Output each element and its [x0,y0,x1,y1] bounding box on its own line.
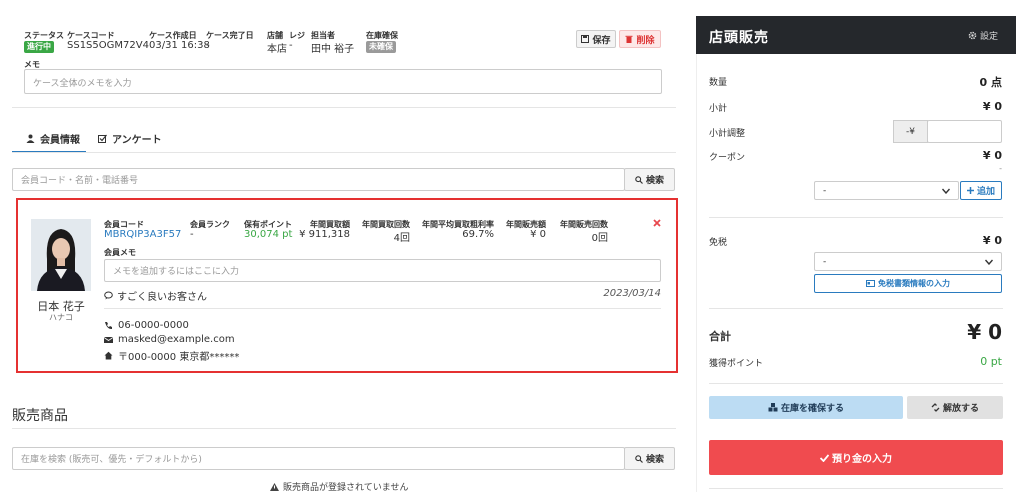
member-email: masked@example.com [104,334,235,345]
case-completed-label: ケース完了日 [206,31,254,40]
chevron-down-icon [942,188,950,194]
member-phone: 06-0000-0000 [104,320,189,331]
search-icon [635,454,643,463]
member-memo-label: 会員メモ [104,248,136,257]
member-rank-label: 会員ランク [190,220,230,229]
annual-buy-count-value: 4回 [393,233,410,244]
member-kana: ハナコ [49,313,73,322]
unlink-icon [931,403,940,412]
total-value: ¥ 0 [967,320,1002,344]
phone-icon [104,321,113,330]
comment-icon [104,291,113,300]
divider [12,107,676,108]
coupon-select[interactable]: - [814,181,959,200]
earned-points-value: 0 pt [980,355,1002,368]
status-label: ステータス [24,31,64,40]
coupon-sub: - [999,164,1002,173]
annual-sales-value: ¥ 0 [530,229,546,240]
gear-icon [968,31,977,40]
checkbox-icon [98,134,107,143]
member-address: 〒000-0000 東京都****** [104,348,239,363]
status-badge: 進行中 [24,41,54,53]
warning-icon [270,482,279,491]
member-divider [104,308,661,309]
staff-value: 田中 裕子 [311,44,355,55]
stock-label: 在庫確保 [366,31,398,40]
save-label: 保存 [592,35,611,46]
panel-divider [709,488,1003,489]
user-icon [26,134,35,143]
delete-label: 削除 [636,35,655,46]
id-card-icon [866,280,875,287]
panel-divider [709,308,1003,309]
save-icon [581,35,590,43]
envelope-icon [104,336,113,344]
panel-divider [709,217,1003,218]
member-memo-input[interactable]: メモを追加するにはここに入力 [104,259,661,282]
taxfree-label: 免税 [709,238,728,248]
taxfree-value: ¥ 0 [982,234,1002,247]
check-icon [820,453,829,462]
tab-member-info[interactable]: 会員情報 [26,131,80,146]
reserve-stock-button[interactable]: 在庫を確保する [709,396,903,419]
release-stock-button[interactable]: 解放する [907,396,1003,419]
adjust-label: 小計調整 [709,129,746,139]
stock-badge: 未確保 [366,41,396,53]
register-value: - [289,40,293,51]
case-created-value: 03/31 16:38 [149,40,210,51]
taxfree-docs-button[interactable]: 免税書類情報の入力 [814,274,1002,293]
trash-icon [625,35,633,43]
quantity-label: 数量 [709,78,728,88]
stock-search-button[interactable]: 検索 [624,447,675,470]
coupon-add-button[interactable]: 追加 [960,181,1002,200]
coupon-label: クーポン [709,153,746,163]
total-label: 合計 [709,330,731,343]
case-memo-input[interactable]: ケース全体のメモを入力 [24,69,662,94]
comment-date: 2023/03/14 [603,288,661,299]
tab-survey[interactable]: アンケート [98,131,162,146]
adjust-input[interactable] [927,120,1002,143]
annual-sales-count-value: 0回 [591,233,608,244]
panel-title: 店頭販売 [709,30,769,46]
member-code-link[interactable]: MBRQIP3A3F57 [104,229,181,240]
save-button[interactable]: 保存 [576,30,616,48]
case-code-value: SS1S5OGM72V4 [67,40,149,51]
sales-title: 販売商品 [12,408,68,424]
member-search-button[interactable]: 検索 [624,168,675,191]
search-icon [635,175,643,184]
chevron-down-icon [985,259,993,265]
delete-button[interactable]: 削除 [619,30,661,48]
deposit-input-button[interactable]: 預り金の入力 [709,440,1003,475]
panel-divider [709,383,1003,384]
annual-buy-value: ¥ 911,318 [299,229,350,240]
earned-points-label: 獲得ポイント [709,359,764,369]
member-rank-value: - [190,229,194,240]
points-value: 30,074 pt [244,229,293,240]
stock-search-input[interactable]: 在庫を検索 (販売可、優先・デフォルトから) [12,447,625,470]
taxfree-select[interactable]: - [814,252,1002,271]
sales-empty-message: 販売商品が登録されていません [270,480,408,492]
settings-button[interactable]: 設定 [968,29,998,42]
case-completed-value: - [206,40,210,51]
store-value: 本店 [267,44,287,55]
annual-margin-value: 69.7% [462,229,494,240]
adjust-prefix: -¥ [893,120,928,143]
cubes-icon [768,403,778,412]
subtotal-value: ¥ 0 [982,100,1002,113]
subtotal-label: 小計 [709,104,728,114]
sales-divider [12,428,676,429]
remove-member-icon[interactable] [652,218,662,228]
quantity-value: 0 点 [979,76,1002,89]
plus-icon [966,187,974,194]
member-search-input[interactable]: 会員コード・名前・電話番号 [12,168,625,191]
member-comment: すごく良いお客さん [104,288,207,303]
tabs-divider [12,152,676,153]
coupon-value: ¥ 0 [982,149,1002,162]
home-icon [104,351,113,360]
member-photo [31,219,91,291]
